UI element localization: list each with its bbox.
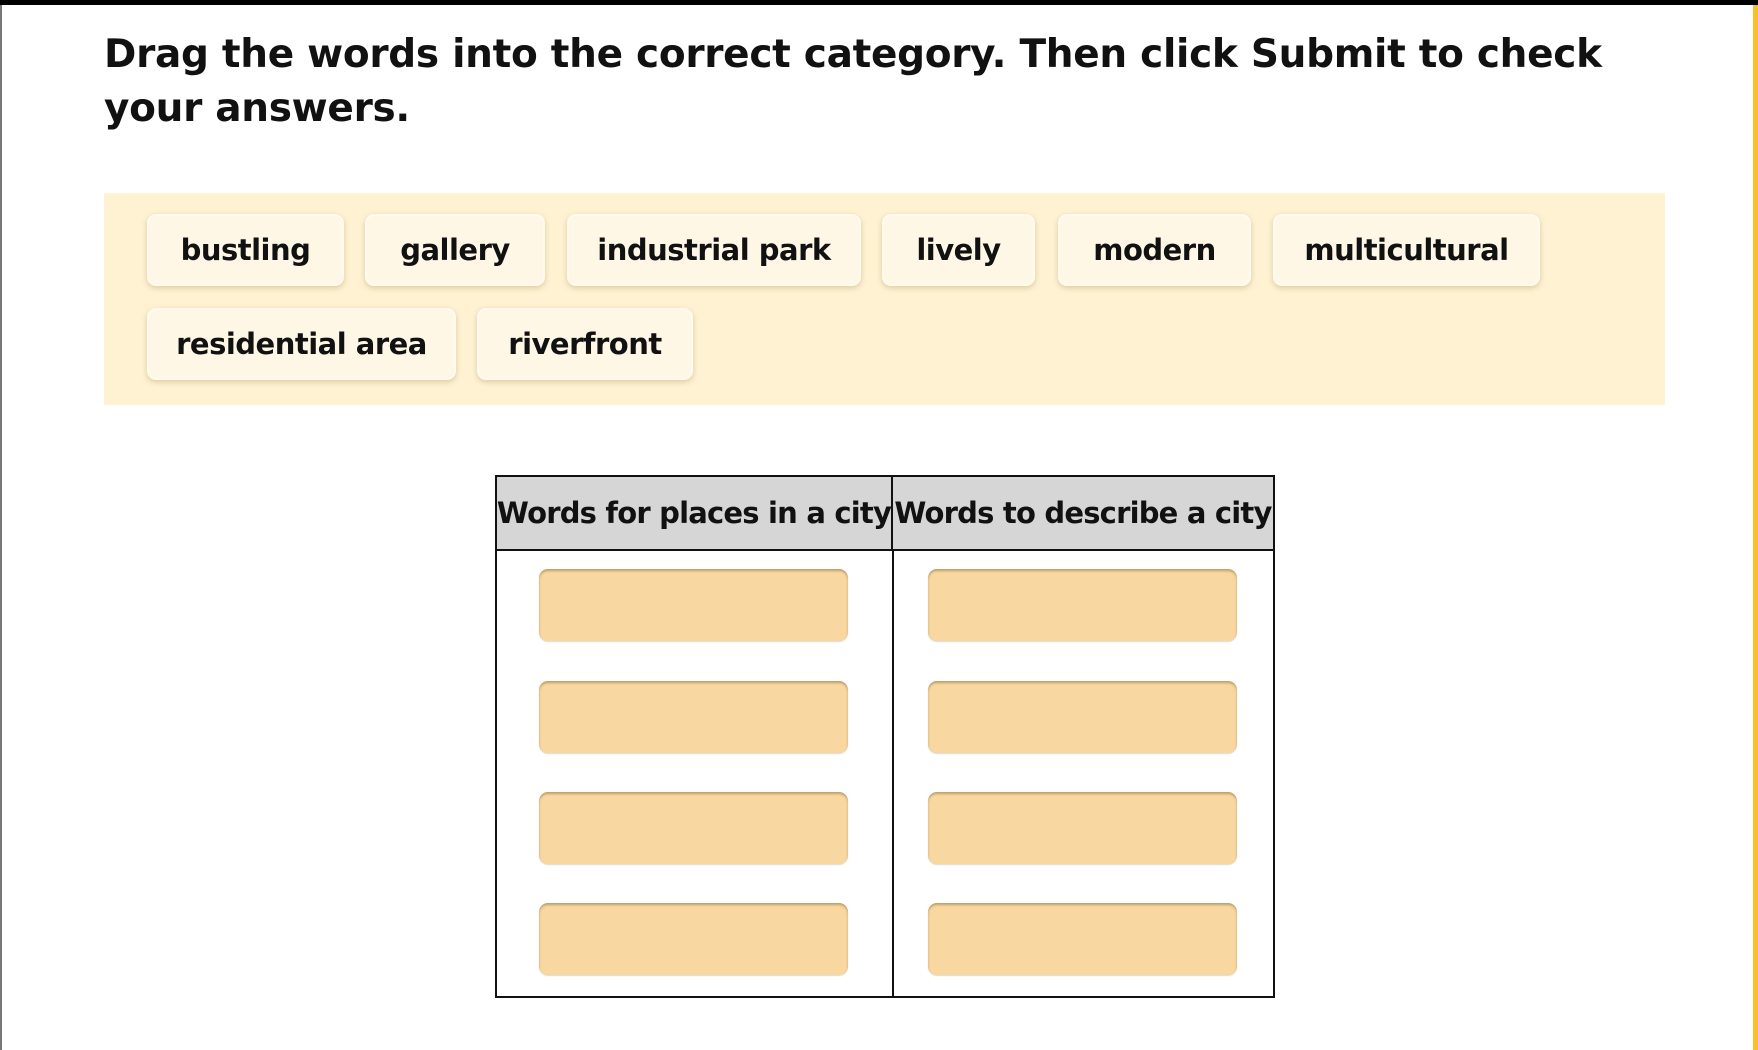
chip-label: multicultural — [1304, 233, 1509, 267]
category-table: Words for places in a city Words to desc… — [495, 475, 1275, 998]
chip-label: bustling — [180, 233, 311, 267]
dropzone-describe-3[interactable] — [928, 792, 1237, 864]
chip-label: modern — [1093, 233, 1216, 267]
word-bank: bustling gallery industrial park lively … — [104, 193, 1665, 405]
dropzone-places-3[interactable] — [539, 792, 848, 864]
word-chip-multicultural[interactable]: multicultural — [1273, 214, 1540, 286]
dropzone-describe-1[interactable] — [928, 569, 1237, 641]
instructions-heading: Drag the words into the correct category… — [104, 32, 1602, 131]
word-chip-lively[interactable]: lively — [882, 214, 1035, 286]
accent-side-bar — [1753, 5, 1758, 1050]
dropzone-describe-2[interactable] — [928, 681, 1237, 753]
word-chip-gallery[interactable]: gallery — [365, 214, 545, 286]
column-divider — [892, 551, 894, 998]
dropzone-places-2[interactable] — [539, 681, 848, 753]
chip-label: lively — [916, 233, 1001, 267]
category-header-describe: Words to describe a city — [893, 477, 1273, 551]
chip-label: industrial park — [597, 233, 831, 267]
dropzone-places-4[interactable] — [539, 903, 848, 975]
left-frame-line — [0, 5, 2, 1050]
top-frame-bar — [0, 0, 1758, 5]
word-chip-residential-area[interactable]: residential area — [147, 308, 456, 380]
chip-label: residential area — [176, 327, 427, 361]
dropzone-places-1[interactable] — [539, 569, 848, 641]
chip-label: riverfront — [508, 327, 662, 361]
chip-label: gallery — [400, 233, 510, 267]
word-chip-riverfront[interactable]: riverfront — [477, 308, 693, 380]
word-chip-industrial-park[interactable]: industrial park — [567, 214, 861, 286]
word-chip-bustling[interactable]: bustling — [147, 214, 344, 286]
dropzone-describe-4[interactable] — [928, 903, 1237, 975]
word-chip-modern[interactable]: modern — [1058, 214, 1251, 286]
category-header-places: Words for places in a city — [497, 477, 893, 551]
